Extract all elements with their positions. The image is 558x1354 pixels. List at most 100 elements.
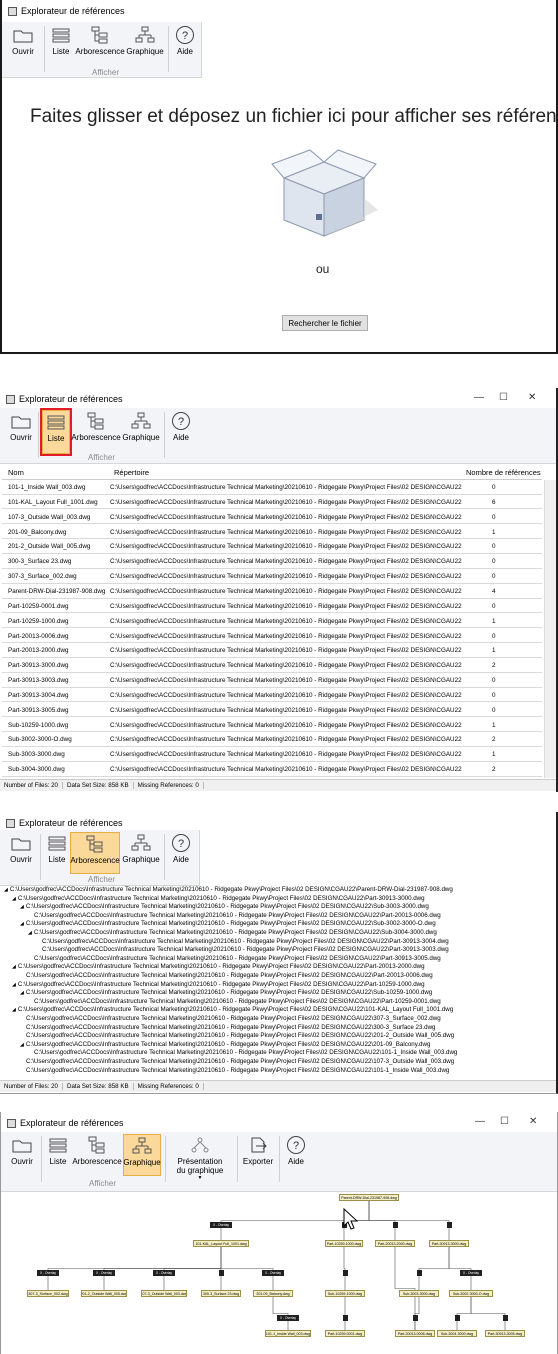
- expand-arrow-icon[interactable]: ◢: [12, 896, 16, 902]
- graph-button[interactable]: Graphique: [122, 410, 160, 450]
- close-button[interactable]: ✕: [528, 392, 536, 403]
- tree-node[interactable]: ◢ C:\Users\godfrec\ACCDocs\Infrastructure…: [20, 1041, 430, 1048]
- browse-file-button[interactable]: Rechercher le fichier: [282, 315, 368, 331]
- tree-node[interactable]: C:\Users\godfrec\ACCDocs\Infrastructure …: [26, 1067, 449, 1074]
- graph-node[interactable]: Part-10259-1000.dwg: [325, 1240, 363, 1247]
- list-button[interactable]: Liste: [44, 832, 70, 872]
- tree-node[interactable]: C:\Users\godfrec\ACCDocs\Infrastructure …: [34, 955, 441, 962]
- tree-button[interactable]: Arborescence: [75, 24, 125, 64]
- column-name[interactable]: Nom: [8, 468, 24, 477]
- expand-arrow-icon[interactable]: ◢: [20, 921, 24, 927]
- table-row[interactable]: 201-2_Outside Wall_005.dwg C:\Users\godfr…: [2, 539, 542, 554]
- tree-node[interactable]: C:\Users\godfrec\ACCDocs\Infrastructure …: [34, 912, 441, 919]
- expand-arrow-icon[interactable]: ◢: [20, 1042, 24, 1048]
- graph-node[interactable]: Part-30913-3005.dwg: [485, 1330, 525, 1337]
- graph-node[interactable]: Parent-DRW-Dial-231987-908.dwg: [339, 1194, 399, 1201]
- tree-node[interactable]: C:\Users\godfrec\ACCDocs\Infrastructure …: [26, 1058, 454, 1065]
- tree-node[interactable]: ◢ C:\Users\godfrec\ACCDocs\Infrastructure…: [20, 989, 432, 996]
- minimize-button[interactable]: —: [474, 392, 484, 403]
- table-row[interactable]: Part-30913-3003.dwg C:\Users\godfrec\ACCD…: [2, 673, 542, 688]
- list-button[interactable]: Liste: [40, 408, 72, 456]
- tree-node[interactable]: C:\Users\godfrec\ACCDocs\Infrastructure …: [26, 1024, 435, 1031]
- graph-node[interactable]: 307-3_Surface_002.dwg: [27, 1290, 69, 1297]
- table-row[interactable]: Part-10259-1000.dwg C:\Users\godfrec\ACCD…: [2, 614, 542, 629]
- vertical-scrollbar[interactable]: [544, 480, 556, 778]
- table-row[interactable]: Sub-3003-3000.dwg C:\Users\godfrec\ACCDoc…: [2, 747, 542, 762]
- table-row[interactable]: Part-20013-2000.dwg C:\Users\godfrec\ACCD…: [2, 643, 542, 658]
- column-reference-count[interactable]: Nombre de références: [466, 468, 541, 477]
- graph-button[interactable]: Graphique: [122, 832, 160, 872]
- tree-node[interactable]: C:\Users\godfrec\ACCDocs\Infrastructure …: [34, 998, 441, 1005]
- table-row[interactable]: Sub-3002-3000-O.dwg C:\Users\godfrec\ACCD…: [2, 732, 542, 748]
- help-button[interactable]: ? Aide: [172, 24, 198, 64]
- table-row[interactable]: 101-1_Inside Wall_003.dwg C:\Users\godfre…: [2, 480, 542, 495]
- cell-reference-count: 4: [492, 587, 496, 595]
- column-directory[interactable]: Répertoire: [114, 468, 149, 477]
- table-row[interactable]: Part-30913-3000.dwg C:\Users\godfrec\ACCD…: [2, 658, 542, 673]
- tree-node[interactable]: C:\Users\godfrec\ACCDocs\Infrastructure …: [26, 1032, 454, 1039]
- graph-node[interactable]: 101-1_Inside Wall_003.dwg: [265, 1330, 311, 1337]
- tree-button[interactable]: Arborescence: [70, 832, 120, 874]
- tree-button[interactable]: Arborescence: [71, 410, 121, 450]
- graph-node[interactable]: 107-3_Outside Wall_003.dwg: [141, 1290, 187, 1297]
- graph-node[interactable]: Sub-10259-1000.dwg: [325, 1290, 365, 1297]
- graph-button[interactable]: Graphique: [126, 24, 164, 64]
- graph-node[interactable]: Sub-3003-3000.dwg: [399, 1290, 439, 1297]
- expand-arrow-icon[interactable]: ◢: [20, 990, 24, 996]
- graph-edge: [163, 1247, 222, 1290]
- table-row[interactable]: Part-30913-3005.dwg C:\Users\godfrec\ACCD…: [2, 703, 542, 718]
- table-row[interactable]: Sub-10259-1000.dwg C:\Users\godfrec\ACCDo…: [2, 718, 542, 733]
- graph-node[interactable]: 101-KAL_Layout Full_1001.dwg: [193, 1240, 249, 1247]
- expand-arrow-icon[interactable]: ◢: [12, 982, 16, 988]
- tree-node[interactable]: ◢ C:\Users\godfrec\ACCDocs\Infrastructure…: [12, 963, 425, 970]
- graph-node[interactable]: Sub-3002-3000-O.dwg: [449, 1290, 493, 1297]
- tree-node[interactable]: ◢ C:\Users\godfrec\ACCDocs\Infrastructure…: [12, 895, 425, 902]
- graph-node[interactable]: Part-10259-0001.dwg: [325, 1330, 365, 1337]
- table-row[interactable]: 300-3_Surface 23.dwg C:\Users\godfrec\ACC…: [2, 554, 542, 569]
- expand-arrow-icon[interactable]: ◢: [4, 887, 8, 893]
- cell-reference-count: 0: [492, 632, 496, 640]
- cell-reference-count: 1: [492, 647, 496, 655]
- cell-name: 307-3_Surface_002.dwg: [8, 573, 77, 581]
- graph-node[interactable]: Part-20013-0006.dwg: [395, 1330, 435, 1337]
- expand-arrow-icon[interactable]: ◢: [12, 964, 16, 970]
- expand-arrow-icon[interactable]: ◢: [12, 1007, 16, 1013]
- graph-node[interactable]: 201-2_Outside Wall_005.dwg: [81, 1290, 127, 1297]
- table-row[interactable]: Part-10259-0001.dwg C:\Users\godfrec\ACCD…: [2, 599, 542, 614]
- graph-node[interactable]: 300-3_Surface 23.dwg: [201, 1290, 241, 1297]
- tree-node[interactable]: ◢ C:\Users\godfrec\ACCDocs\Infrastructure…: [20, 903, 429, 910]
- graph-node[interactable]: Part-30913-3000.dwg: [429, 1240, 469, 1247]
- expand-arrow-icon[interactable]: ◢: [20, 904, 24, 910]
- tree-node[interactable]: C:\Users\godfrec\ACCDocs\Infrastructure …: [26, 972, 433, 979]
- table-row[interactable]: 107-3_Outside Wall_003.dwg C:\Users\godfr…: [2, 510, 542, 525]
- open-button[interactable]: Ouvrir: [6, 24, 40, 64]
- tree-node[interactable]: ◢ C:\Users\godfrec\ACCDocs\Infrastructure…: [4, 886, 453, 893]
- graph-node[interactable]: Sub-3004-3000.dwg: [437, 1330, 477, 1337]
- tree-node[interactable]: C:\Users\godfrec\ACCDocs\Infrastructure …: [42, 938, 449, 945]
- tree-node[interactable]: C:\Users\godfrec\ACCDocs\Infrastructure …: [34, 1049, 457, 1056]
- help-button[interactable]: ? Aide: [168, 410, 194, 450]
- tree-node[interactable]: C:\Users\godfrec\ACCDocs\Infrastructure …: [26, 1015, 441, 1022]
- graph-node[interactable]: 201-09_Balcony.dwg: [253, 1290, 293, 1297]
- table-row[interactable]: 101-KAL_Layout Full_1001.dwg C:\Users\god…: [2, 495, 542, 510]
- cell-reference-count: 2: [492, 736, 496, 744]
- tree-node[interactable]: ◢ C:\Users\godfrec\ACCDocs\Infrastructure…: [28, 929, 437, 936]
- open-button[interactable]: Ouvrir: [4, 832, 38, 872]
- tree-node[interactable]: ◢ C:\Users\godfrec\ACCDocs\Infrastructure…: [12, 981, 425, 988]
- table-row[interactable]: Sub-3004-3000.dwg C:\Users\godfrec\ACCDoc…: [2, 762, 542, 777]
- tree-node[interactable]: ◢ C:\Users\godfrec\ACCDocs\Infrastructure…: [12, 1006, 453, 1013]
- graph-edge: [418, 1247, 450, 1290]
- graph-node[interactable]: Part-20013-2000.dwg: [375, 1240, 415, 1247]
- table-row[interactable]: 201-09_Balcony.dwg C:\Users\godfrec\ACCDo…: [2, 525, 542, 540]
- help-button[interactable]: ? Aide: [168, 832, 194, 872]
- table-row[interactable]: Part-20013-0006.dwg C:\Users\godfrec\ACCD…: [2, 629, 542, 644]
- table-row[interactable]: Part-30913-3004.dwg C:\Users\godfrec\ACCD…: [2, 688, 542, 703]
- table-row[interactable]: Parent-DRW-Dial-231987-908.dwg C:\Users\g…: [2, 584, 542, 599]
- tree-node[interactable]: ◢ C:\Users\godfrec\ACCDocs\Infrastructure…: [20, 920, 436, 927]
- table-row[interactable]: 307-3_Surface_002.dwg C:\Users\godfrec\AC…: [2, 569, 542, 584]
- expand-arrow-icon[interactable]: ◢: [28, 930, 32, 936]
- list-button[interactable]: Liste: [48, 24, 74, 64]
- maximize-button[interactable]: ☐: [499, 392, 508, 403]
- open-button[interactable]: Ouvrir: [4, 410, 38, 450]
- tree-node[interactable]: C:\Users\godfrec\ACCDocs\Infrastructure …: [42, 946, 449, 953]
